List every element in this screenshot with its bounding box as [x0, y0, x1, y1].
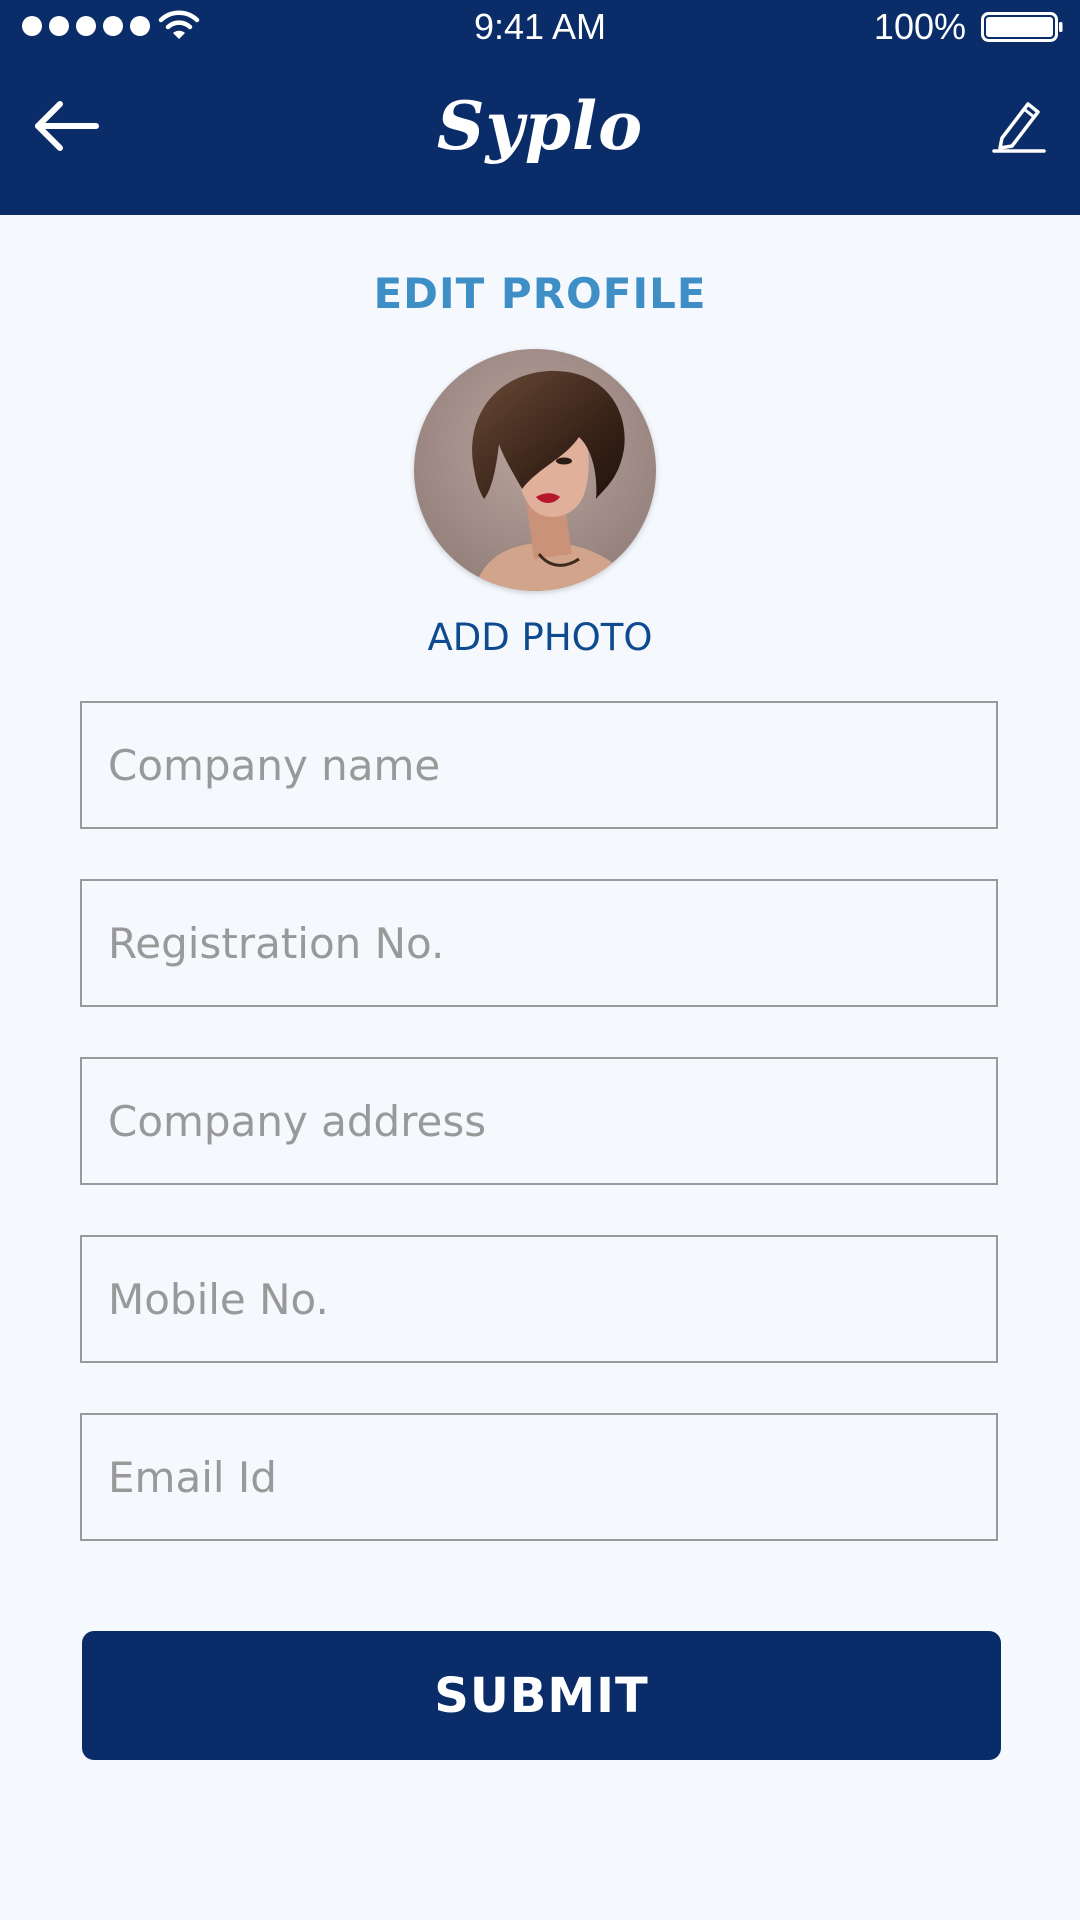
avatar-illustration	[414, 349, 656, 591]
company-name-field[interactable]	[80, 701, 998, 829]
submit-button[interactable]: SUBMIT	[82, 1631, 1001, 1760]
battery-percent: 100%	[873, 6, 966, 47]
email-id-field[interactable]	[80, 1413, 998, 1541]
edit-profile-title: EDIT PROFILE	[373, 269, 707, 318]
profile-photo[interactable]	[414, 349, 656, 591]
registration-no-field[interactable]	[80, 879, 998, 1007]
app-title: Syplo	[436, 87, 644, 165]
add-photo-link[interactable]: ADD PHOTO	[0, 614, 1080, 662]
battery-icon	[981, 12, 1063, 42]
status-bar: 9:41 AM 100%	[0, 0, 1080, 55]
pencil-icon[interactable]	[988, 98, 1048, 154]
app-header: 9:41 AM 100% Syplo	[0, 0, 1080, 215]
mobile-no-field[interactable]	[80, 1235, 998, 1363]
company-address-field[interactable]	[80, 1057, 998, 1185]
